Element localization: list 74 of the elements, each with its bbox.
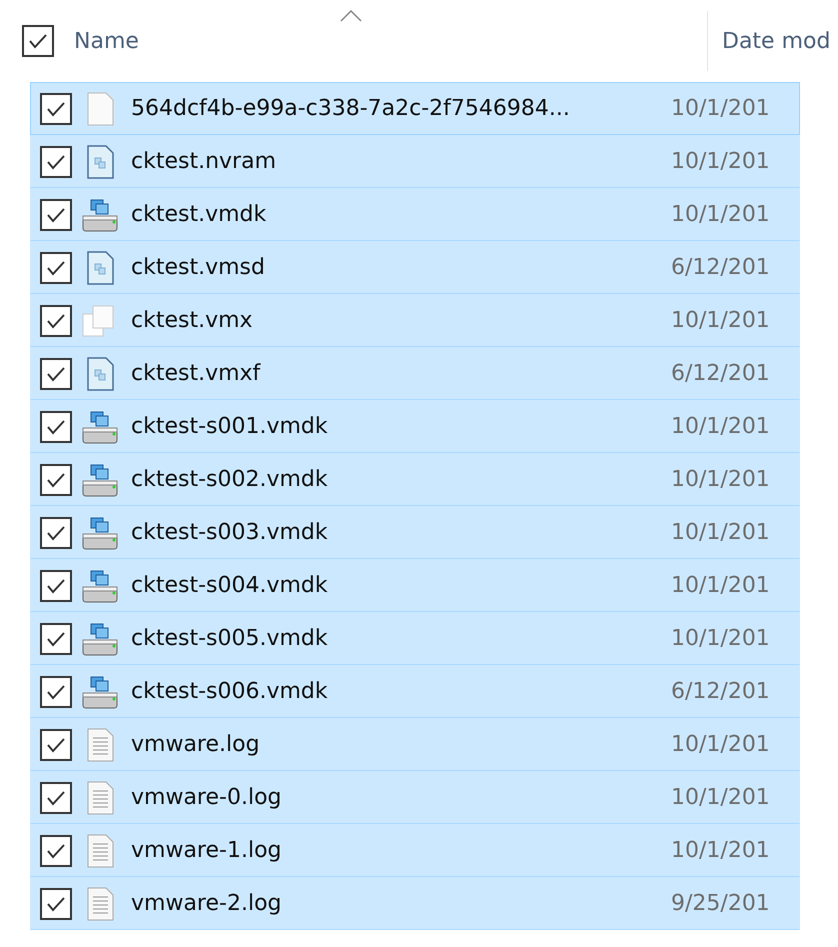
file-row[interactable]: cktest.vmsd 6/12/201 [30, 241, 800, 294]
checkbox[interactable] [40, 622, 72, 654]
checkbox[interactable] [40, 516, 72, 548]
file-name: cktest.nvram [131, 149, 277, 174]
date-modified: 10/1/201 [671, 573, 770, 598]
file-name: vmware-0.log [131, 785, 282, 810]
column-header[interactable]: Name [74, 28, 139, 54]
file-row[interactable]: cktest.vmxf 6/12/201 [30, 347, 800, 400]
file-row[interactable]: cktest.vmdk 10/1/201 [30, 188, 800, 241]
file-row[interactable]: vmware-1.log 10/1/201 [30, 824, 800, 877]
checkbox[interactable] [40, 358, 72, 390]
disk-drive-icon [81, 568, 119, 602]
file-name: cktest.vmx [131, 308, 254, 333]
column-header[interactable]: Date mod [722, 28, 830, 54]
file-name: cktest.vmsd [131, 255, 266, 280]
date-modified: 10/1/201 [671, 838, 770, 863]
file-row[interactable]: cktest-s005.vmdk 10/1/201 [30, 612, 800, 665]
date-modified: 10/1/201 [671, 467, 770, 492]
date-modified: 10/1/201 [671, 414, 770, 439]
date-modified: 6/12/201 [671, 255, 770, 280]
file-name: 564dcf4b-e99a-c338-7a2c-2f7546984... [131, 96, 571, 121]
file-name: cktest.vmxf [131, 361, 262, 386]
file-name: cktest.vmdk [131, 202, 268, 227]
date-modified: 10/1/201 [671, 96, 770, 121]
file-name: cktest-s004.vmdk [131, 573, 329, 598]
file-name: cktest-s003.vmdk [131, 520, 329, 545]
file-name: vmware-1.log [131, 838, 282, 863]
file-row[interactable]: 564dcf4b-e99a-c338-7a2c-2f7546984... 10/1/201 [30, 82, 800, 135]
checkbox[interactable] [22, 25, 54, 57]
file-row[interactable]: vmware-0.log 10/1/201 [30, 771, 800, 824]
date-modified: 10/1/201 [671, 520, 770, 545]
file-row[interactable]: cktest-s004.vmdk 10/1/201 [30, 559, 800, 612]
checkbox[interactable] [40, 782, 72, 814]
checkbox[interactable] [40, 252, 72, 284]
checkbox[interactable] [40, 198, 72, 230]
file-name: cktest-s005.vmdk [131, 626, 329, 651]
file-name: cktest-s001.vmdk [131, 414, 329, 439]
file-row[interactable]: vmware-2.log 9/25/201 [30, 877, 800, 930]
checkbox[interactable] [40, 146, 72, 178]
file-name: vmware-2.log [131, 891, 282, 916]
file-name: cktest-s006.vmdk [131, 679, 329, 704]
date-modified: 10/1/201 [671, 149, 770, 174]
disk-drive-icon [81, 410, 119, 444]
date-modified: 9/25/201 [671, 891, 770, 916]
disk-drive-icon [81, 674, 119, 708]
date-modified: 10/1/201 [671, 732, 770, 757]
disk-drive-icon [81, 198, 119, 232]
checkbox[interactable] [40, 834, 72, 866]
file-row[interactable]: cktest-s002.vmdk 10/1/201 [30, 453, 800, 506]
file-row[interactable]: cktest-s001.vmdk 10/1/201 [30, 400, 800, 453]
file-row[interactable]: cktest.vmx 10/1/201 [30, 294, 800, 347]
file-row[interactable]: vmware.log 10/1/201 [30, 718, 800, 771]
date-modified: 10/1/201 [671, 626, 770, 651]
file-row[interactable]: cktest.nvram 10/1/201 [30, 135, 800, 188]
checkbox[interactable] [40, 304, 72, 336]
date-modified: 10/1/201 [671, 785, 770, 810]
checkbox[interactable] [40, 676, 72, 708]
checkbox[interactable] [40, 570, 72, 602]
disk-drive-icon [81, 516, 119, 550]
date-modified: 6/12/201 [671, 679, 770, 704]
file-name: vmware.log [131, 732, 261, 757]
file-name: cktest-s002.vmdk [131, 467, 329, 492]
checkbox[interactable] [40, 888, 72, 920]
date-modified: 10/1/201 [671, 308, 770, 333]
date-modified: 10/1/201 [671, 202, 770, 227]
file-row[interactable]: cktest-s003.vmdk 10/1/201 [30, 506, 800, 559]
checkbox[interactable] [40, 410, 72, 442]
date-modified: 6/12/201 [671, 361, 770, 386]
file-row[interactable]: cktest-s006.vmdk 6/12/201 [30, 665, 800, 718]
disk-drive-icon [81, 462, 119, 496]
checkbox[interactable] [40, 92, 72, 124]
disk-drive-icon [81, 622, 119, 656]
checkbox[interactable] [40, 728, 72, 760]
checkbox[interactable] [40, 464, 72, 496]
